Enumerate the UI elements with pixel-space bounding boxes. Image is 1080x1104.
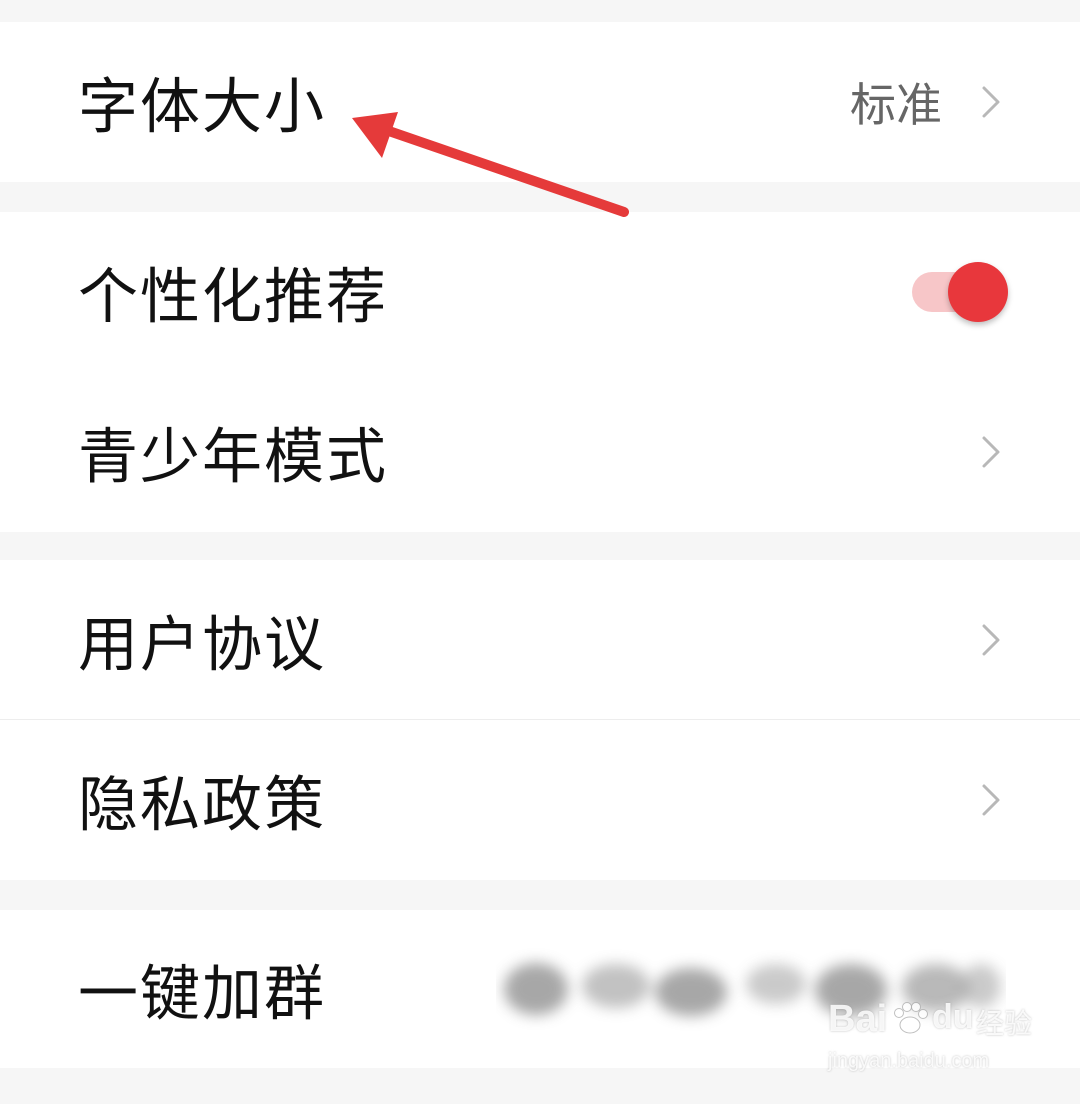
watermark-brand-suffix: 经验	[976, 1008, 1033, 1039]
chevron-right-icon	[982, 436, 1000, 468]
toggle-knob	[948, 262, 1008, 322]
settings-group-display: 字体大小 标准	[0, 22, 1080, 182]
personalized-recommendation-toggle[interactable]	[912, 257, 1012, 327]
font-size-row[interactable]: 字体大小 标准	[0, 22, 1080, 182]
font-size-label: 字体大小	[78, 72, 326, 143]
privacy-policy-row[interactable]: 隐私政策	[0, 720, 1080, 880]
user-agreement-row[interactable]: 用户协议	[0, 560, 1080, 720]
personalized-recommendation-row: 个性化推荐	[0, 212, 1080, 372]
user-agreement-label: 用户协议	[78, 610, 326, 680]
teen-mode-row[interactable]: 青少年模式	[0, 372, 1080, 532]
settings-group-content: 个性化推荐 青少年模式	[0, 212, 1080, 532]
teen-mode-label: 青少年模式	[78, 422, 388, 493]
chevron-right-icon	[982, 86, 1000, 118]
font-size-value: 标准	[850, 78, 942, 132]
personalized-recommendation-label: 个性化推荐	[78, 262, 388, 333]
watermark-brand-right: du	[932, 998, 974, 1036]
paw-icon	[894, 1002, 928, 1034]
join-group-label: 一键加群	[78, 959, 326, 1030]
baidu-jingyan-watermark: Bai du 经验 jingyan.baidu.com	[828, 988, 1032, 1080]
watermark-brand-left: Bai	[828, 998, 888, 1040]
settings-group-legal: 用户协议 隐私政策	[0, 560, 1080, 880]
chevron-right-icon	[982, 784, 1000, 816]
chevron-right-icon	[982, 624, 1000, 655]
privacy-policy-label: 隐私政策	[78, 770, 326, 841]
watermark-url: jingyan.baidu.com	[828, 1050, 990, 1072]
